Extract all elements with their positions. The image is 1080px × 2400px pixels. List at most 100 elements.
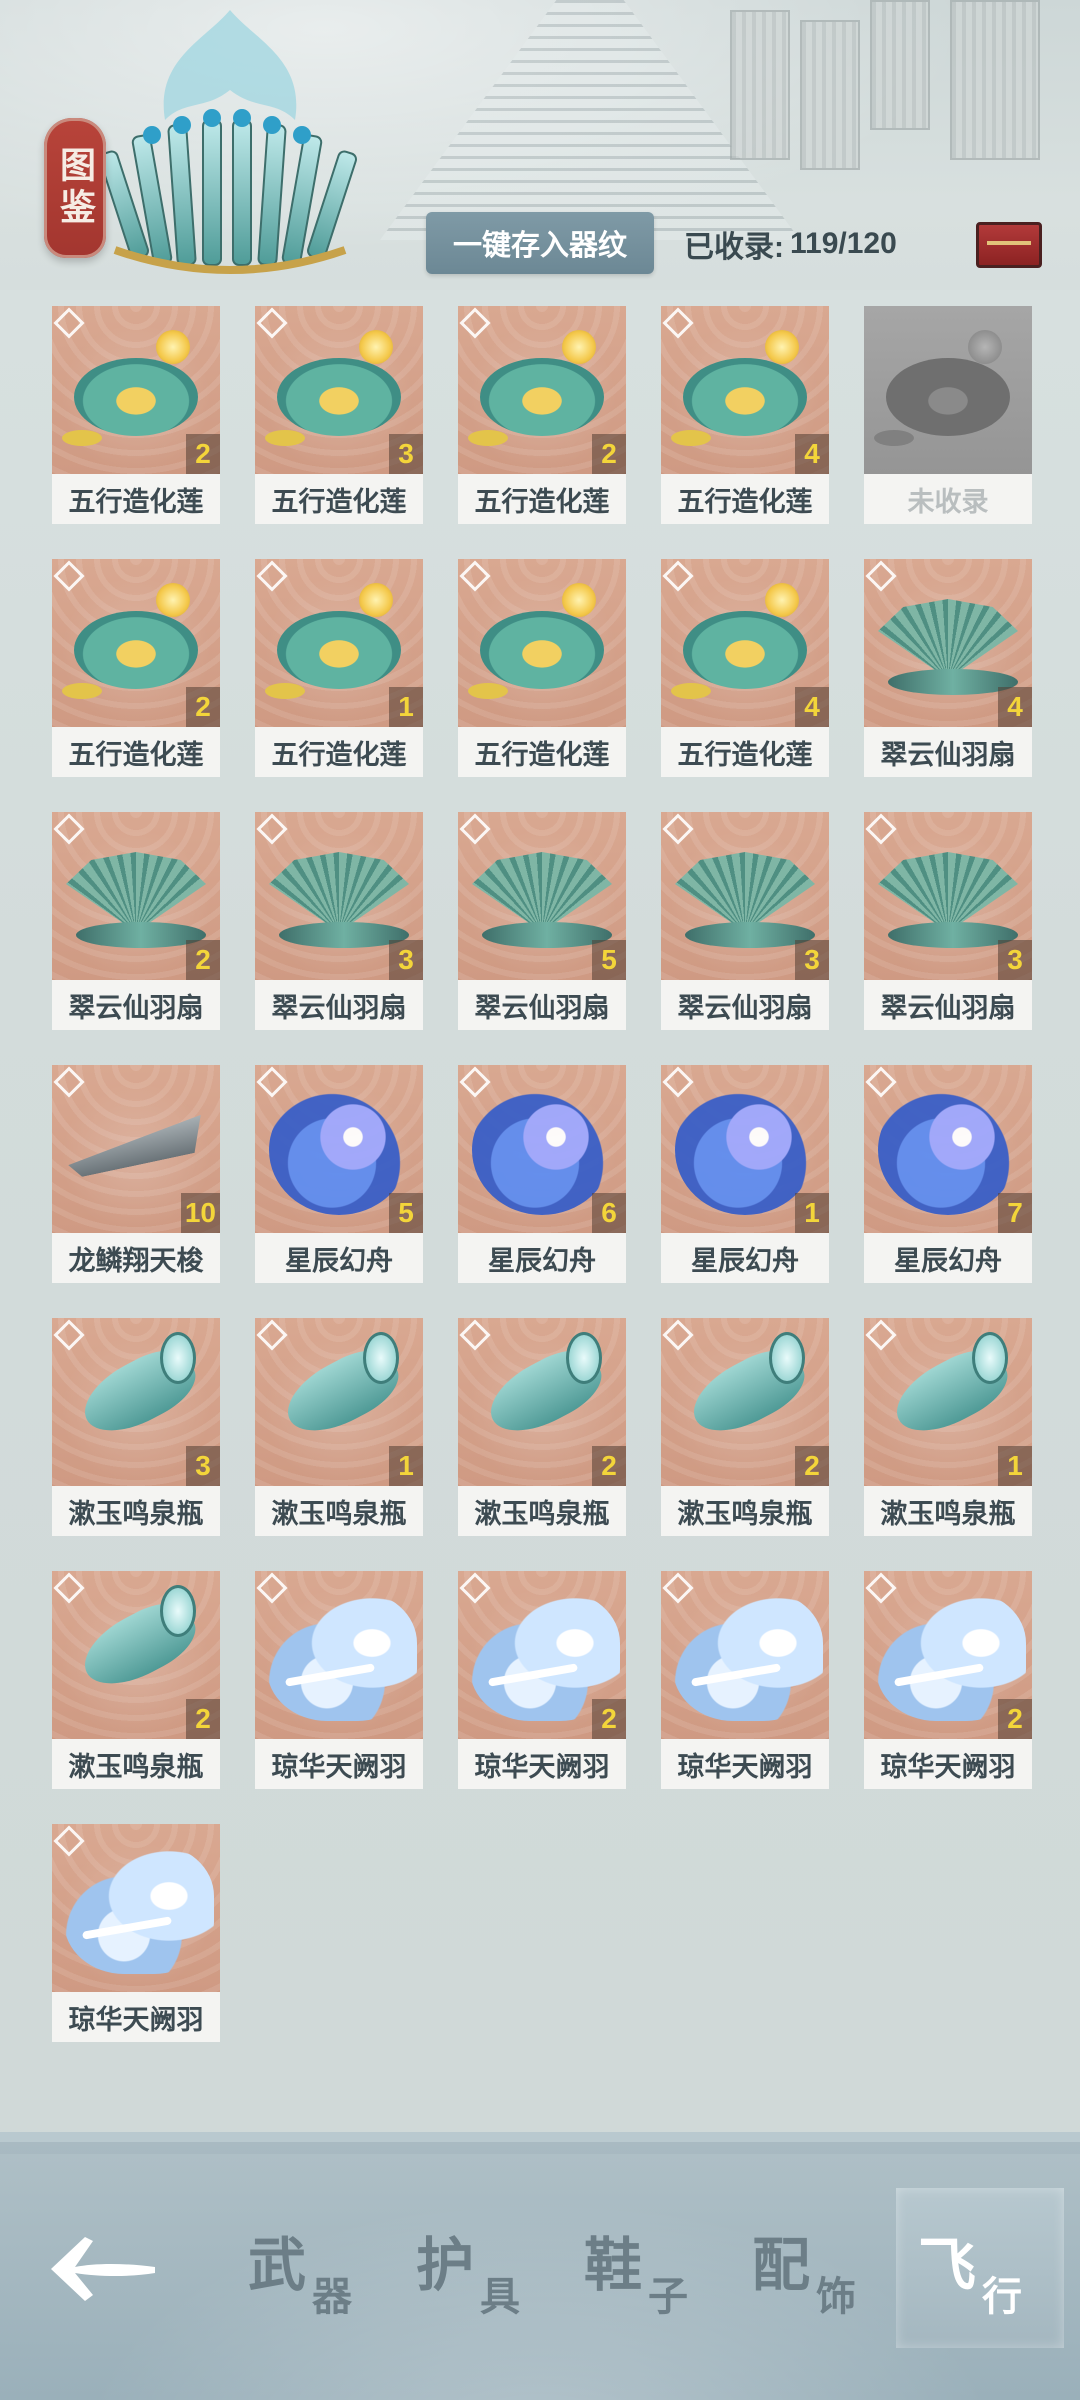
tab-armor[interactable]: 护 具	[416, 2188, 586, 2348]
item-card[interactable]: 3 五行造化莲	[255, 306, 423, 524]
item-name: 五行造化莲	[68, 739, 204, 771]
item-card[interactable]: 3 翠云仙羽扇	[661, 812, 829, 1030]
rank-mark-icon	[256, 1319, 288, 1351]
tab-shoes[interactable]: 鞋 子	[584, 2188, 754, 2348]
item-art: 2	[52, 1571, 220, 1739]
item-count: 3	[998, 940, 1032, 980]
item-count: 3	[389, 434, 423, 474]
item-name: 漱玉鸣泉瓶	[271, 1498, 407, 1530]
item-count: 2	[592, 1446, 626, 1486]
item-card[interactable]: 2 琼华天阙羽	[458, 1571, 626, 1789]
item-card[interactable]: 琼华天阙羽	[661, 1571, 829, 1789]
rank-mark-icon	[865, 1066, 897, 1098]
star-boat-swirl	[472, 1085, 612, 1215]
item-name: 翠云仙羽扇	[880, 992, 1016, 1024]
tab-armor-label-small: 具	[480, 2273, 520, 2320]
item-count: 5	[389, 1193, 423, 1233]
lotus-orb	[765, 330, 799, 364]
item-name: 翠云仙羽扇	[271, 992, 407, 1024]
tab-accessories-label-small: 饰	[816, 2273, 856, 2320]
item-count: 1	[389, 687, 423, 727]
item-card[interactable]: 4 五行造化莲	[661, 559, 829, 777]
item-card[interactable]: 1 漱玉鸣泉瓶	[255, 1318, 423, 1536]
item-card[interactable]: 2 五行造化莲	[52, 559, 220, 777]
item-name: 琼华天阙羽	[271, 1751, 407, 1783]
item-name: 漱玉鸣泉瓶	[677, 1498, 813, 1530]
back-button[interactable]	[40, 2198, 170, 2338]
item-card[interactable]: 1 漱玉鸣泉瓶	[864, 1318, 1032, 1536]
rank-mark-icon	[459, 560, 491, 592]
rank-mark-icon	[865, 560, 897, 592]
back-arrow-icon	[51, 2237, 155, 2301]
item-card[interactable]: 7 星辰幻舟	[864, 1065, 1032, 1283]
item-card[interactable]: 琼华天阙羽	[52, 1824, 220, 2042]
store-all-button[interactable]: 一键存入器纹	[426, 212, 654, 274]
treasure-chest-icon[interactable]	[976, 222, 1042, 268]
lotus-petals	[277, 611, 401, 689]
item-art: 2	[52, 559, 220, 727]
item-art: 3	[52, 1318, 220, 1486]
tab-weapons[interactable]: 武 器	[248, 2188, 418, 2348]
rank-mark-icon	[53, 1825, 85, 1857]
tab-accessories-label-big: 配	[752, 2231, 811, 2299]
lotus-orb	[156, 330, 190, 364]
lotus-base	[874, 430, 914, 446]
tab-armor-label-big: 护	[416, 2231, 475, 2299]
fan-blade	[878, 852, 1018, 932]
item-art: 3	[255, 812, 423, 980]
item-name: 翠云仙羽扇	[677, 992, 813, 1024]
shuttle-hull	[64, 1115, 208, 1179]
hanging-scroll	[870, 0, 930, 130]
item-art: 4	[864, 559, 1032, 727]
item-name: 未收录	[907, 486, 989, 518]
item-card[interactable]: 五行造化莲	[458, 559, 626, 777]
item-name: 琼华天阙羽	[880, 1751, 1016, 1783]
item-card[interactable]: 3 翠云仙羽扇	[864, 812, 1032, 1030]
vase-mirror	[160, 1332, 196, 1384]
lotus-base	[62, 683, 102, 699]
vase-mirror	[769, 1332, 805, 1384]
star-boat-swirl	[675, 1085, 815, 1215]
item-art: 10	[52, 1065, 220, 1233]
rank-mark-icon	[865, 1572, 897, 1604]
rank-mark-icon	[53, 307, 85, 339]
item-name: 五行造化莲	[68, 486, 204, 518]
item-card[interactable]: 2 漱玉鸣泉瓶	[661, 1318, 829, 1536]
item-card[interactable]: 5 星辰幻舟	[255, 1065, 423, 1283]
lotus-base	[468, 683, 508, 699]
item-card[interactable]: 3 漱玉鸣泉瓶	[52, 1318, 220, 1536]
item-card[interactable]: 4 翠云仙羽扇	[864, 559, 1032, 777]
item-card[interactable]: 2 琼华天阙羽	[864, 1571, 1032, 1789]
item-card[interactable]: 10 龙鳞翔天梭	[52, 1065, 220, 1283]
item-card[interactable]: 5 翠云仙羽扇	[458, 812, 626, 1030]
item-card[interactable]: 2 翠云仙羽扇	[52, 812, 220, 1030]
item-card[interactable]: 未收录	[864, 306, 1032, 524]
item-art: 2	[52, 306, 220, 474]
feather-plume	[64, 1844, 214, 1974]
item-card[interactable]: 1 星辰幻舟	[661, 1065, 829, 1283]
collected-label: 已收录:	[684, 231, 784, 264]
tab-weapons-label-big: 武	[248, 2231, 307, 2299]
item-card[interactable]: 4 五行造化莲	[661, 306, 829, 524]
rank-mark-icon	[53, 1572, 85, 1604]
item-count: 2	[795, 1446, 829, 1486]
item-card[interactable]: 2 五行造化莲	[52, 306, 220, 524]
item-card[interactable]: 琼华天阙羽	[255, 1571, 423, 1789]
item-card[interactable]: 2 漱玉鸣泉瓶	[52, 1571, 220, 1789]
item-card[interactable]: 6 星辰幻舟	[458, 1065, 626, 1283]
item-card[interactable]: 3 翠云仙羽扇	[255, 812, 423, 1030]
item-name: 漱玉鸣泉瓶	[474, 1498, 610, 1530]
lotus-orb	[562, 330, 596, 364]
lotus-petals	[886, 358, 1010, 436]
item-card[interactable]: 1 五行造化莲	[255, 559, 423, 777]
item-card[interactable]: 2 五行造化莲	[458, 306, 626, 524]
tab-flight[interactable]: 飞 行	[896, 2188, 1064, 2348]
item-count: 2	[186, 1699, 220, 1739]
hanging-scroll	[730, 10, 790, 160]
item-name: 星辰幻舟	[488, 1245, 596, 1277]
vase-mirror	[160, 1585, 196, 1637]
item-card[interactable]: 2 漱玉鸣泉瓶	[458, 1318, 626, 1536]
lotus-petals	[74, 358, 198, 436]
fan-blade	[878, 599, 1018, 679]
rank-mark-icon	[53, 1066, 85, 1098]
